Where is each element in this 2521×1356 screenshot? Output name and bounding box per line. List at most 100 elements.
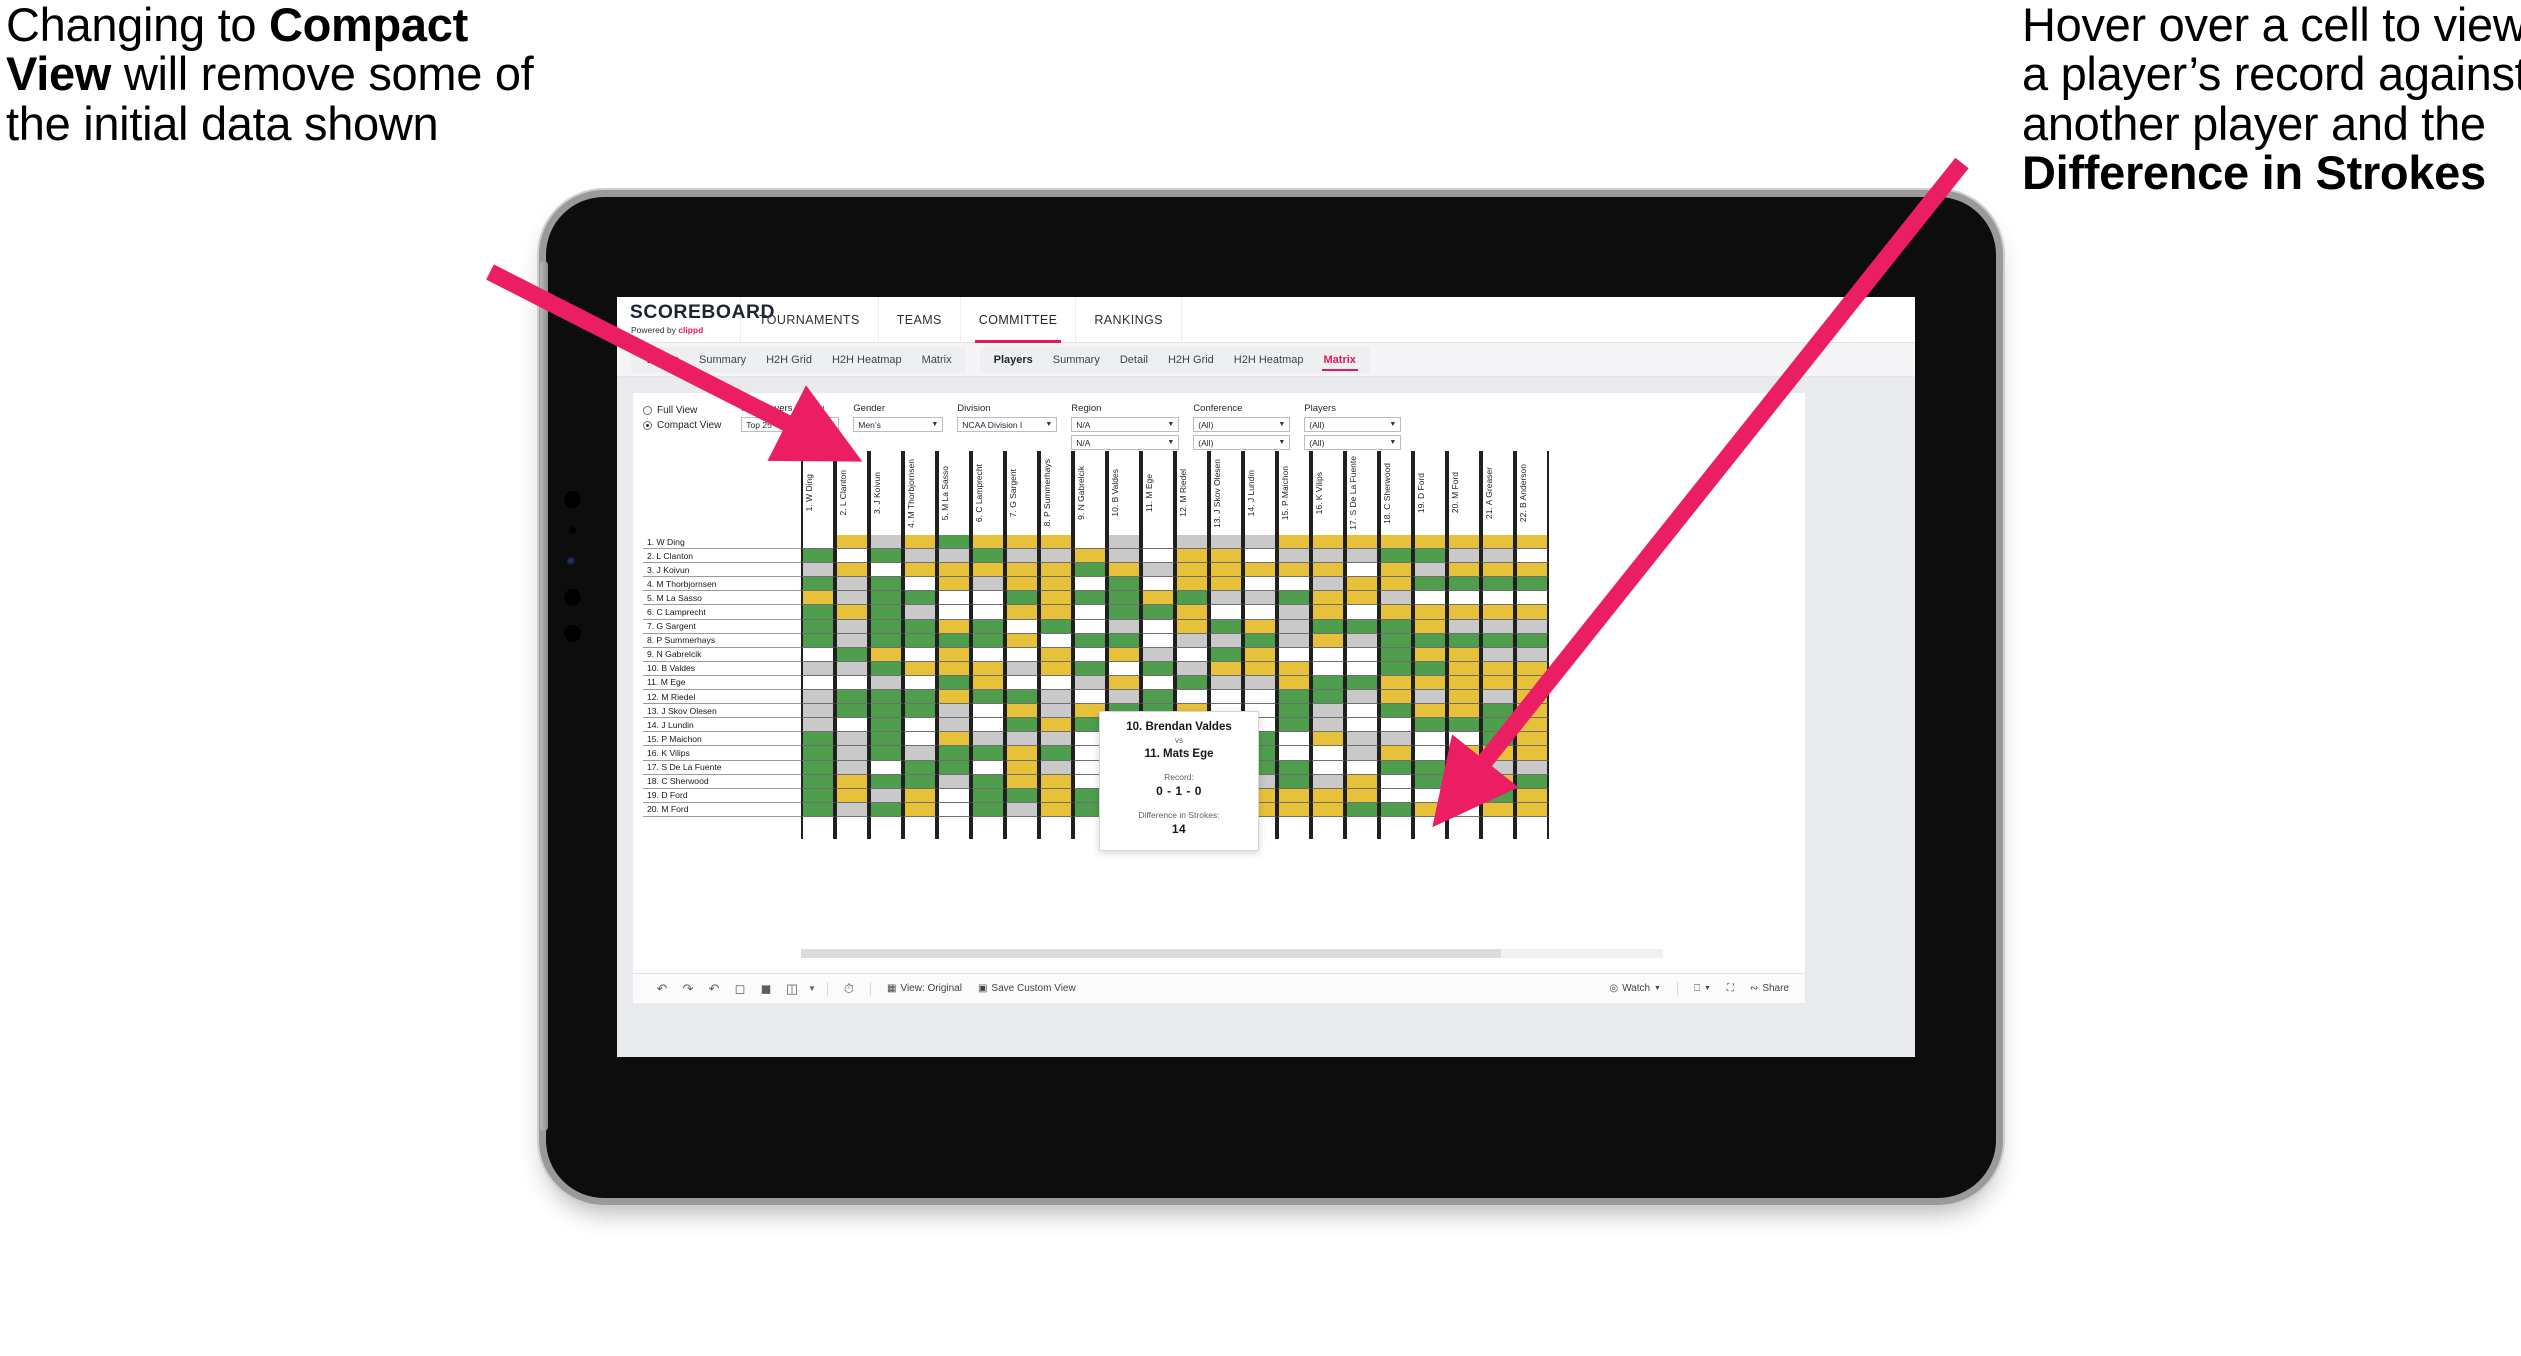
matrix-cell[interactable]: [1277, 535, 1311, 550]
matrix-cell[interactable]: [1141, 535, 1175, 550]
matrix-cell[interactable]: [937, 746, 971, 761]
matrix-cell[interactable]: [1277, 577, 1311, 592]
matrix-cell[interactable]: [1039, 718, 1073, 733]
matrix-cell[interactable]: [1481, 704, 1515, 719]
matrix-cell[interactable]: [903, 535, 937, 550]
matrix-cell[interactable]: [869, 690, 903, 705]
matrix-cell[interactable]: [1243, 619, 1277, 634]
matrix-cell[interactable]: [1141, 549, 1175, 564]
matrix-cell[interactable]: [1175, 619, 1209, 634]
matrix-cell[interactable]: [1447, 563, 1481, 578]
matrix-cell[interactable]: [903, 647, 937, 662]
matrix-cell[interactable]: [1005, 549, 1039, 564]
matrix-cell[interactable]: [1311, 760, 1345, 775]
app-logo[interactable]: SCOREBOARD Powered by clippd: [617, 297, 774, 342]
matrix-cell[interactable]: [1345, 746, 1379, 761]
matrix-cell[interactable]: [1379, 549, 1413, 564]
matrix-cell[interactable]: [1107, 563, 1141, 578]
matrix-cell[interactable]: [1345, 690, 1379, 705]
matrix-cell[interactable]: [971, 774, 1005, 789]
matrix-cell[interactable]: [1005, 788, 1039, 803]
matrix-cell[interactable]: [1345, 704, 1379, 719]
matrix-cell[interactable]: [903, 675, 937, 691]
matrix-cell[interactable]: [1481, 690, 1515, 705]
matrix-cell[interactable]: [869, 563, 903, 578]
matrix-cell[interactable]: [1141, 661, 1175, 676]
matrix-cell[interactable]: [1243, 577, 1277, 592]
matrix-cell[interactable]: [1515, 704, 1549, 719]
radio-full-view[interactable]: Full View: [643, 405, 721, 416]
matrix-cell[interactable]: [1447, 661, 1481, 676]
matrix-cell[interactable]: [801, 704, 835, 719]
matrix-cell[interactable]: [1413, 760, 1447, 775]
matrix-cell[interactable]: [1515, 549, 1549, 564]
matrix-cell[interactable]: [801, 746, 835, 761]
matrix-cell[interactable]: [971, 619, 1005, 634]
subnav-players-h2h-heatmap[interactable]: H2H Heatmap: [1224, 347, 1314, 373]
matrix-cell[interactable]: [937, 605, 971, 620]
flip-icon[interactable]: ◫: [779, 974, 805, 1004]
matrix-cell[interactable]: [1447, 746, 1481, 761]
matrix-cell[interactable]: [1481, 774, 1515, 789]
matrix-cell[interactable]: [1481, 633, 1515, 648]
matrix-cell[interactable]: [1379, 788, 1413, 803]
matrix-cell[interactable]: [1447, 760, 1481, 775]
matrix-cell[interactable]: [1277, 661, 1311, 676]
matrix-cell[interactable]: [1379, 577, 1413, 592]
matrix-cell[interactable]: [1039, 788, 1073, 803]
matrix-cell[interactable]: [1481, 619, 1515, 634]
matrix-cell[interactable]: [1039, 690, 1073, 705]
matrix-cell[interactable]: [1209, 591, 1243, 606]
matrix-cell[interactable]: [1413, 535, 1447, 550]
matrix-cell[interactable]: [1447, 675, 1481, 691]
matrix-cell[interactable]: [1277, 802, 1311, 817]
matrix-cell[interactable]: [1413, 718, 1447, 733]
matrix-cell[interactable]: [1413, 732, 1447, 747]
subnav-players-matrix[interactable]: Matrix: [1314, 347, 1366, 373]
matrix-cell[interactable]: [1345, 788, 1379, 803]
matrix-cell[interactable]: [903, 563, 937, 578]
filter-select-gender[interactable]: Men’s ▼: [853, 417, 944, 432]
matrix-cell[interactable]: [869, 605, 903, 620]
matrix-cell[interactable]: [1311, 619, 1345, 634]
matrix-cell[interactable]: [1005, 577, 1039, 592]
matrix-cell[interactable]: [1345, 563, 1379, 578]
matrix-cell[interactable]: [1209, 675, 1243, 691]
matrix-cell[interactable]: [1515, 802, 1549, 817]
matrix-cell[interactable]: [1039, 591, 1073, 606]
matrix-cell[interactable]: [1005, 605, 1039, 620]
matrix-cell[interactable]: [1107, 690, 1141, 705]
matrix-cell[interactable]: [801, 549, 835, 564]
matrix-cell[interactable]: [1481, 732, 1515, 747]
matrix-cell[interactable]: [801, 788, 835, 803]
matrix-cell[interactable]: [869, 591, 903, 606]
matrix-cell[interactable]: [1481, 802, 1515, 817]
matrix-cell[interactable]: [1515, 605, 1549, 620]
matrix-cell[interactable]: [801, 605, 835, 620]
matrix-cell[interactable]: [1379, 661, 1413, 676]
matrix-cell[interactable]: [1039, 802, 1073, 817]
matrix-cell[interactable]: [1311, 788, 1345, 803]
matrix-cell[interactable]: [937, 647, 971, 662]
matrix-cell[interactable]: [801, 732, 835, 747]
matrix-cell[interactable]: [869, 675, 903, 691]
matrix-cell[interactable]: [835, 549, 869, 564]
matrix-cell[interactable]: [1243, 563, 1277, 578]
matrix-cell[interactable]: [1515, 619, 1549, 634]
matrix-cell[interactable]: [801, 577, 835, 592]
matrix-cell[interactable]: [801, 535, 835, 550]
matrix-cell[interactable]: [1379, 675, 1413, 691]
matrix-cell[interactable]: [1345, 605, 1379, 620]
matrix-cell[interactable]: [1141, 647, 1175, 662]
matrix-cell[interactable]: [1345, 619, 1379, 634]
filter-select-region[interactable]: N/A ▼: [1071, 417, 1180, 432]
matrix-cell[interactable]: [1277, 675, 1311, 691]
matrix-cell[interactable]: [971, 788, 1005, 803]
matrix-cell[interactable]: [1413, 549, 1447, 564]
matrix-cell[interactable]: [971, 802, 1005, 817]
matrix-cell[interactable]: [1481, 661, 1515, 676]
view-original-button[interactable]: ▦ View: Original: [879, 983, 970, 994]
matrix-cell[interactable]: [1311, 591, 1345, 606]
matrix-cell[interactable]: [903, 577, 937, 592]
matrix-cell[interactable]: [835, 661, 869, 676]
